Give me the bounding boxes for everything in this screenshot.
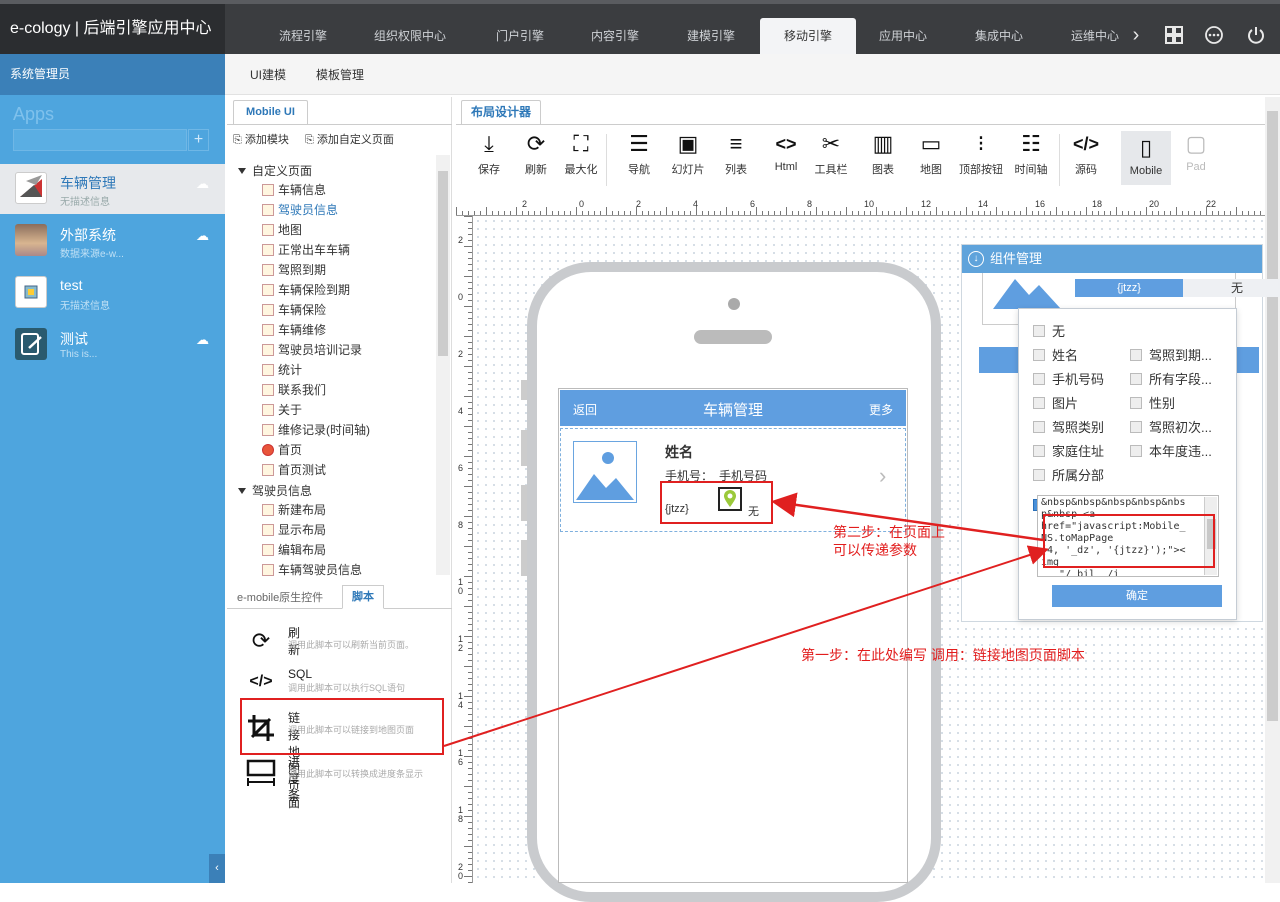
annotation-step2-line2: 可以传递参数 [833,542,917,558]
annotation-step1: 第一步：在此处编写 调用：链接地图页面脚本 [801,647,1085,663]
annotation-arrows [443,492,1049,747]
annotation-step2-line1: 第二步：在页面上 [833,524,945,540]
